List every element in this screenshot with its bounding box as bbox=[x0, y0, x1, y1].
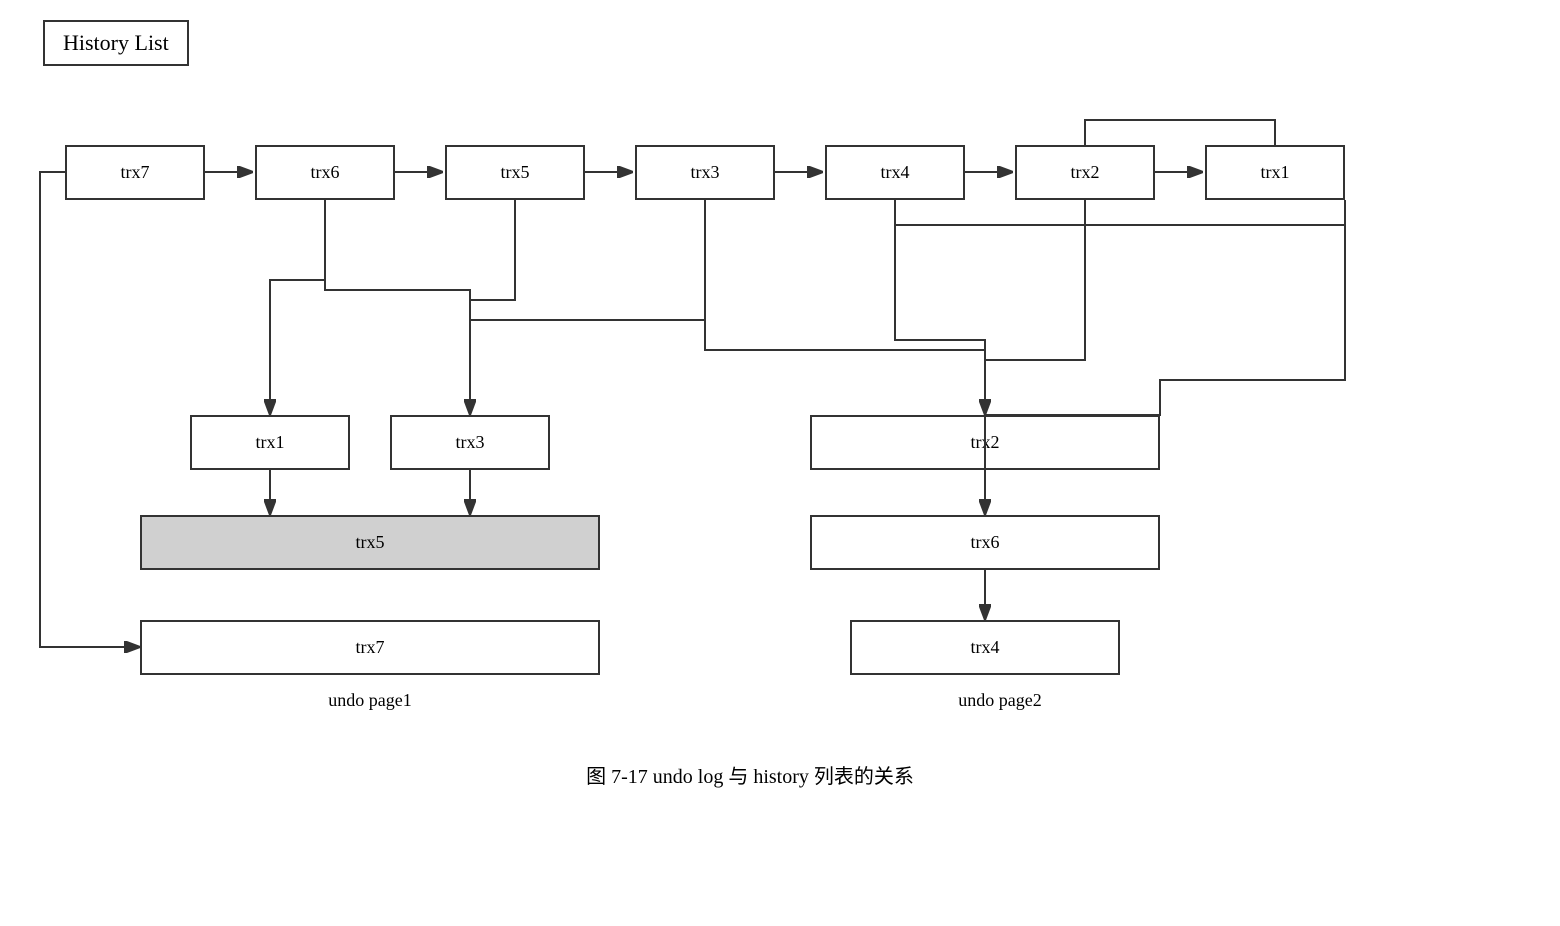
top-trx2: trx2 bbox=[1015, 145, 1155, 200]
label-undo-page1: undo page1 bbox=[240, 690, 500, 711]
top-trx3: trx3 bbox=[635, 145, 775, 200]
diagram-container: History List trx7 trx6 trx5 trx3 trx4 tr… bbox=[0, 0, 1560, 926]
page2-trx6: trx6 bbox=[810, 515, 1160, 570]
page1-trx1: trx1 bbox=[190, 415, 350, 470]
label-undo-page2: undo page2 bbox=[870, 690, 1130, 711]
top-trx5: trx5 bbox=[445, 145, 585, 200]
top-trx7: trx7 bbox=[65, 145, 205, 200]
page1-trx7: trx7 bbox=[140, 620, 600, 675]
caption: 图 7-17 undo log 与 history 列表的关系 bbox=[300, 760, 1200, 789]
page2-trx2: trx2 bbox=[810, 415, 1160, 470]
top-trx1: trx1 bbox=[1205, 145, 1345, 200]
page2-trx4: trx4 bbox=[850, 620, 1120, 675]
top-trx6: trx6 bbox=[255, 145, 395, 200]
page1-trx3: trx3 bbox=[390, 415, 550, 470]
page1-trx5: trx5 bbox=[140, 515, 600, 570]
top-trx4: trx4 bbox=[825, 145, 965, 200]
title-box: History List bbox=[43, 20, 189, 66]
